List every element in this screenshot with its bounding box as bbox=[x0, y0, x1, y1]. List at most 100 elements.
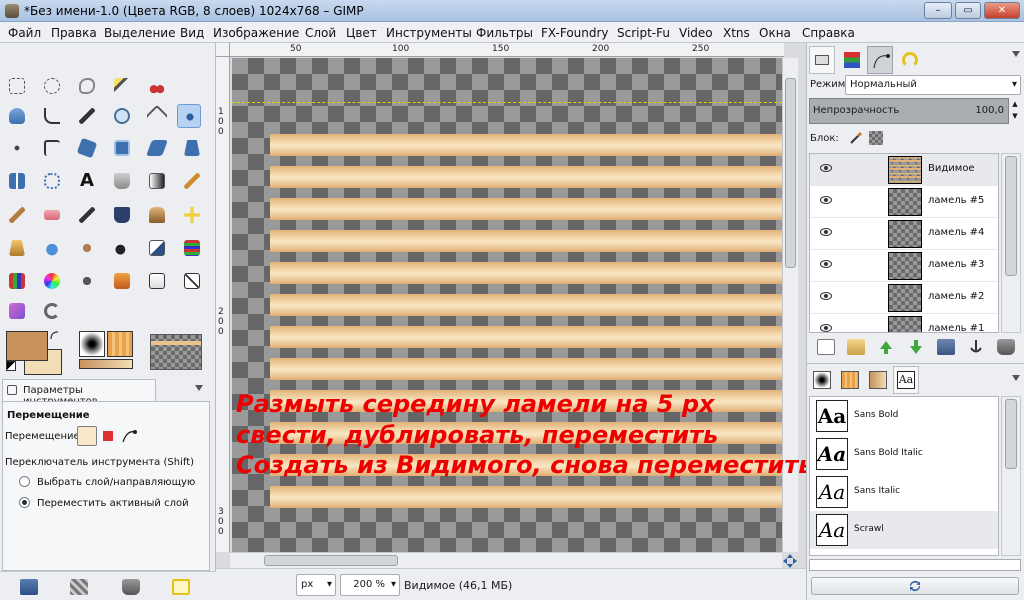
rect-select-tool-icon[interactable] bbox=[5, 74, 29, 98]
scale-tool-icon[interactable] bbox=[110, 136, 134, 160]
font-row[interactable]: Aa Sans Bold Italic bbox=[810, 435, 998, 473]
anchor-layer-icon[interactable] bbox=[967, 339, 985, 355]
gradients-tab[interactable] bbox=[865, 367, 891, 393]
threshold-icon[interactable] bbox=[110, 269, 134, 293]
raise-layer-icon[interactable] bbox=[877, 339, 895, 355]
fonts-scrollbar[interactable] bbox=[1001, 396, 1021, 556]
perspective-clone-tool-icon[interactable] bbox=[5, 236, 29, 260]
shear-tool-icon[interactable] bbox=[145, 136, 169, 160]
navigate-icon[interactable] bbox=[783, 554, 797, 568]
paintbrush-tool-icon[interactable] bbox=[5, 203, 29, 227]
move-layer-mode-button[interactable] bbox=[77, 426, 97, 446]
visibility-eye-icon[interactable] bbox=[820, 260, 832, 268]
layer-row[interactable]: ламель #4 bbox=[810, 218, 998, 250]
tab-menu-icon[interactable] bbox=[1011, 49, 1021, 59]
clone-tool-icon[interactable] bbox=[145, 203, 169, 227]
brushes-tab[interactable] bbox=[809, 367, 835, 393]
rotate-tool-icon[interactable] bbox=[75, 136, 99, 160]
gradient-preview[interactable] bbox=[79, 359, 133, 369]
menu-image[interactable]: Изображение bbox=[213, 26, 299, 40]
save-options-icon[interactable] bbox=[20, 579, 38, 595]
menu-fx-foundry[interactable]: FX-Foundry bbox=[541, 26, 609, 40]
menu-video[interactable]: Video bbox=[679, 26, 713, 40]
layer-row[interactable]: ламель #5 bbox=[810, 186, 998, 218]
refresh-fonts-button[interactable] bbox=[811, 577, 1019, 595]
eraser-tool-icon[interactable] bbox=[40, 203, 64, 227]
delete-layer-icon[interactable] bbox=[997, 339, 1015, 355]
move-selection-mode-button[interactable] bbox=[103, 431, 113, 441]
pencil-tool-icon[interactable] bbox=[180, 169, 204, 193]
free-select-tool-icon[interactable] bbox=[75, 74, 99, 98]
gimp-logo-icon[interactable] bbox=[40, 299, 64, 323]
paths-tool-icon[interactable] bbox=[40, 104, 64, 128]
swap-colors-icon[interactable] bbox=[50, 331, 60, 341]
vertical-scroll-thumb[interactable] bbox=[785, 78, 796, 268]
layers-tab[interactable] bbox=[809, 46, 835, 74]
minimize-button[interactable]: – bbox=[924, 2, 952, 19]
bucket-fill-tool-icon[interactable] bbox=[110, 169, 134, 193]
color-picker-tool-icon[interactable] bbox=[75, 104, 99, 128]
pick-layer-radio[interactable] bbox=[19, 476, 30, 487]
vertical-ruler[interactable]: 100 200 300 bbox=[216, 57, 230, 552]
lock-pixels-icon[interactable] bbox=[849, 131, 863, 145]
hue-saturation-icon[interactable] bbox=[40, 269, 64, 293]
pattern-preview[interactable] bbox=[107, 331, 133, 357]
fonts-scroll-thumb[interactable] bbox=[1005, 399, 1017, 469]
new-layer-group-icon[interactable] bbox=[847, 339, 865, 355]
visibility-eye-icon[interactable] bbox=[820, 196, 832, 204]
maximize-button[interactable]: ▭ bbox=[955, 2, 981, 19]
menu-script-fu[interactable]: Script-Fu bbox=[617, 26, 670, 40]
paths-tab[interactable] bbox=[867, 46, 893, 74]
font-row[interactable]: Aa Sans Bold bbox=[810, 397, 998, 435]
tool-options-tab[interactable]: Параметры инструментов bbox=[2, 379, 156, 407]
menu-file[interactable]: Файл bbox=[8, 26, 41, 40]
active-image-thumbnail[interactable] bbox=[150, 334, 202, 370]
posterize-icon[interactable] bbox=[180, 269, 204, 293]
menu-view[interactable]: Вид bbox=[180, 26, 204, 40]
perspective-tool-icon[interactable] bbox=[180, 136, 204, 160]
menu-select[interactable]: Выделение bbox=[104, 26, 175, 40]
menu-xtns[interactable]: Xtns bbox=[723, 26, 750, 40]
reset-options-icon[interactable] bbox=[172, 579, 190, 595]
zoom-tool-icon[interactable] bbox=[110, 104, 134, 128]
layers-scroll-thumb[interactable] bbox=[1005, 156, 1017, 276]
channels-tab[interactable] bbox=[839, 46, 865, 74]
layer-row[interactable]: ламель #2 bbox=[810, 282, 998, 314]
new-layer-icon[interactable] bbox=[817, 339, 835, 355]
menu-filters[interactable]: Фильтры bbox=[476, 26, 533, 40]
font-row[interactable]: Aa Sans Italic bbox=[810, 473, 998, 511]
menu-layer[interactable]: Слой bbox=[305, 26, 336, 40]
horizontal-ruler[interactable]: 50 100 150 200 250 bbox=[230, 43, 784, 57]
crop-tool-icon[interactable] bbox=[40, 136, 64, 160]
menu-tools[interactable]: Инструменты bbox=[386, 26, 472, 40]
dodge-burn-tool-icon[interactable] bbox=[110, 236, 134, 260]
scissors-tool-icon[interactable] bbox=[145, 74, 169, 98]
visibility-eye-icon[interactable] bbox=[820, 228, 832, 236]
patterns-tab[interactable] bbox=[837, 367, 863, 393]
levels-icon[interactable] bbox=[145, 236, 169, 260]
airbrush-tool-icon[interactable] bbox=[75, 203, 99, 227]
blur-tool-icon[interactable] bbox=[40, 236, 64, 260]
close-button[interactable]: ✕ bbox=[984, 2, 1020, 19]
histogram-icon[interactable] bbox=[145, 269, 169, 293]
visibility-eye-icon[interactable] bbox=[820, 164, 832, 172]
flip-tool-icon[interactable] bbox=[5, 169, 29, 193]
opacity-slider[interactable]: Непрозрачность 100,0 bbox=[809, 98, 1009, 124]
zoom-select[interactable]: 200 % ▾ bbox=[340, 574, 400, 596]
lower-layer-icon[interactable] bbox=[907, 339, 925, 355]
fonts-tab[interactable]: Aa bbox=[893, 366, 919, 394]
cage-transform-tool-icon[interactable] bbox=[40, 169, 64, 193]
blend-tool-icon[interactable] bbox=[145, 169, 169, 193]
tab-menu-icon[interactable] bbox=[194, 383, 204, 393]
ellipse-select-tool-icon[interactable] bbox=[40, 74, 64, 98]
visibility-eye-icon[interactable] bbox=[820, 292, 832, 300]
ruler-corner[interactable] bbox=[216, 43, 230, 57]
unit-select[interactable]: px ▾ bbox=[296, 574, 336, 596]
brush-preview[interactable] bbox=[79, 331, 105, 357]
layers-scrollbar[interactable] bbox=[1001, 153, 1021, 333]
menu-colors[interactable]: Цвет bbox=[346, 26, 377, 40]
duplicate-layer-icon[interactable] bbox=[937, 339, 955, 355]
restore-options-icon[interactable] bbox=[70, 579, 88, 595]
colorize-icon[interactable] bbox=[75, 269, 99, 293]
horizontal-scrollbar[interactable] bbox=[230, 552, 782, 568]
